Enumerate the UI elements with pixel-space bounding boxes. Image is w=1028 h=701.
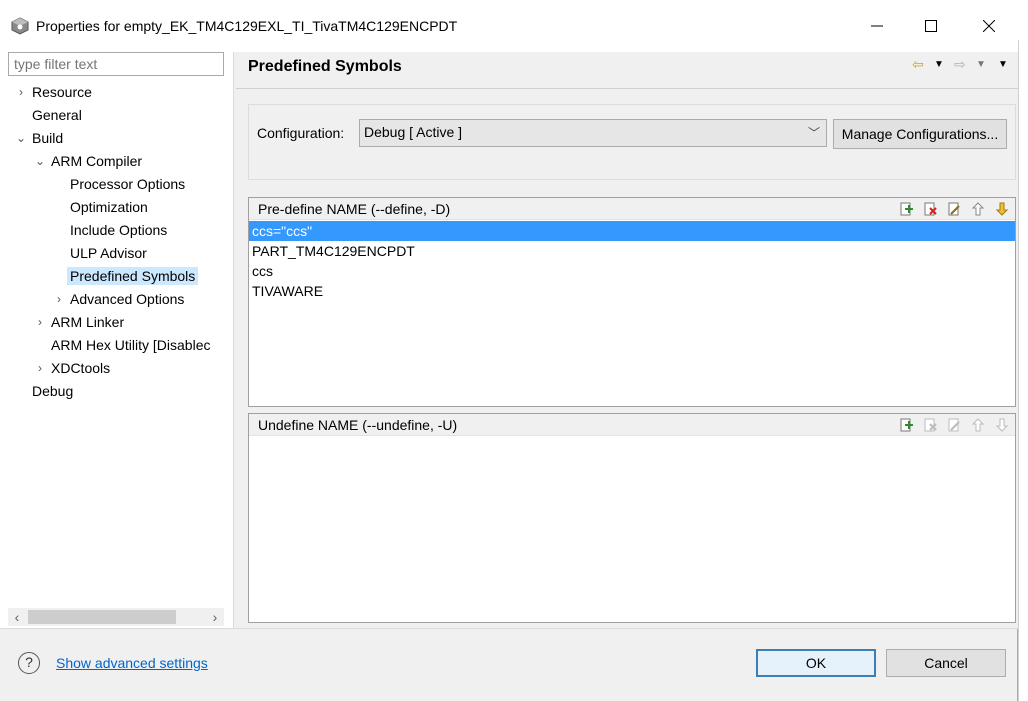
tree-item-label: Debug [32, 383, 74, 399]
minimize-icon [871, 25, 883, 27]
add-icon[interactable] [897, 201, 915, 217]
window-title: Properties for empty_EK_TM4C129EXL_TI_Ti… [36, 18, 458, 34]
scrollbar-thumb[interactable] [28, 610, 176, 624]
predefine-header-label: Pre-define NAME (--define, -D) [258, 201, 451, 217]
chevron-right-icon[interactable]: › [33, 311, 47, 333]
delete-icon[interactable] [921, 417, 939, 433]
page-navigation: ⇦ ▼ ⇨ ▼ ▼ [910, 56, 1018, 74]
chevron-right-icon[interactable]: › [52, 288, 66, 310]
tree-item-predefined-symbols[interactable]: Predefined Symbols [67, 265, 199, 287]
content-panel: Predefined Symbols ⇦ ▼ ⇨ ▼ ▼ Configurati… [236, 52, 1018, 628]
edit-icon[interactable] [945, 417, 963, 433]
tree-item-arm-hex-utility[interactable]: ARM Hex Utility [Disablec [51, 334, 225, 356]
tree-item-debug[interactable]: Debug [32, 380, 73, 402]
back-arrow-icon[interactable]: ⇦ [912, 56, 924, 73]
tree-item-advanced-options[interactable]: › Advanced Options [57, 288, 185, 310]
chevron-down-icon[interactable]: ⌄ [14, 127, 28, 149]
move-up-icon[interactable] [969, 201, 987, 217]
tree-item-label: ARM Hex Utility [Disablec [51, 337, 211, 353]
forward-arrow-icon[interactable]: ⇨ [954, 56, 966, 73]
chevron-down-icon: ﹀ [807, 126, 820, 140]
tree-item-label: Include Options [70, 222, 168, 238]
maximize-button[interactable] [908, 10, 954, 42]
manage-configurations-button[interactable]: Manage Configurations... [833, 119, 1007, 149]
add-icon[interactable] [897, 417, 915, 433]
app-icon [11, 17, 29, 35]
title-separator [236, 88, 1018, 89]
tree-item-label: Build [32, 130, 64, 146]
predefine-toolbar [897, 201, 1011, 217]
tree-item-label: XDCtools [51, 360, 111, 376]
tree-item-label: ARM Compiler [51, 153, 143, 169]
tree-item-ulp-advisor[interactable]: ULP Advisor [70, 242, 147, 264]
page-title: Predefined Symbols [248, 58, 402, 75]
move-down-icon[interactable] [993, 417, 1011, 433]
tree-item-label: General [32, 107, 82, 123]
view-menu-icon[interactable]: ▼ [998, 59, 1008, 70]
back-dropdown-icon[interactable]: ▼ [934, 59, 944, 70]
tree-item-label: Resource [32, 84, 92, 100]
close-icon [983, 20, 995, 32]
tree-item-label: Predefined Symbols [67, 267, 199, 285]
undefine-list-header: Undefine NAME (--undefine, -U) [249, 414, 1015, 436]
tree-item-build[interactable]: ⌄ Build [16, 127, 64, 149]
maximize-icon [925, 20, 937, 32]
filter-input[interactable] [8, 52, 224, 76]
tree-item-optimization[interactable]: Optimization [70, 196, 148, 218]
undefine-header-label: Undefine NAME (--undefine, -U) [258, 417, 458, 433]
move-down-icon[interactable] [993, 201, 1011, 217]
close-button[interactable] [966, 10, 1012, 42]
chevron-right-icon[interactable]: › [33, 357, 47, 379]
tree-item-label: Processor Options [70, 176, 186, 192]
tree-item-arm-linker[interactable]: › ARM Linker [38, 311, 125, 333]
background-editor-edge [1018, 40, 1028, 701]
list-item[interactable]: TIVAWARE [249, 281, 1015, 301]
tree-item-label: ARM Linker [51, 314, 125, 330]
tree-item-include-options[interactable]: Include Options [70, 219, 167, 241]
predefine-list-header: Pre-define NAME (--define, -D) [249, 198, 1015, 220]
configuration-label: Configuration: [257, 125, 345, 141]
tree-item-xdctools[interactable]: › XDCtools [38, 357, 111, 379]
configuration-value: Debug [ Active ] [364, 124, 463, 140]
chevron-right-icon[interactable]: › [14, 81, 28, 103]
move-up-icon[interactable] [969, 417, 987, 433]
delete-icon[interactable] [921, 201, 939, 217]
undefine-toolbar [897, 417, 1011, 433]
configuration-select[interactable]: Debug [ Active ] ﹀ [359, 119, 827, 147]
tree-item-general[interactable]: General [32, 104, 82, 126]
minimize-button[interactable] [854, 10, 900, 42]
list-item[interactable]: ccs [249, 261, 1015, 281]
ok-button[interactable]: OK [756, 649, 876, 677]
scroll-left-icon[interactable]: ‹ [8, 608, 26, 626]
cancel-button[interactable]: Cancel [886, 649, 1006, 677]
tree-item-resource[interactable]: › Resource [19, 81, 92, 103]
tree-item-arm-compiler[interactable]: ⌄ ARM Compiler [35, 150, 143, 172]
title-bar: Properties for empty_EK_TM4C129EXL_TI_Ti… [0, 0, 1018, 52]
properties-dialog: Properties for empty_EK_TM4C129EXL_TI_Ti… [0, 0, 1018, 701]
predefine-list: Pre-define NAME (--define, -D) ccs="ccs"… [248, 197, 1016, 407]
edit-icon[interactable] [945, 201, 963, 217]
horizontal-scrollbar[interactable]: ‹ › [8, 608, 224, 626]
configuration-group: Configuration: Debug [ Active ] ﹀ Manage… [248, 104, 1016, 180]
tree-item-label: Advanced Options [70, 291, 185, 307]
list-item[interactable]: ccs="ccs" [249, 221, 1015, 241]
scroll-right-icon[interactable]: › [206, 608, 224, 626]
chevron-down-icon[interactable]: ⌄ [33, 150, 47, 172]
list-item[interactable]: PART_TM4C129ENCPDT [249, 241, 1015, 261]
forward-dropdown-icon[interactable]: ▼ [976, 59, 986, 70]
show-advanced-settings-link[interactable]: Show advanced settings [56, 655, 208, 671]
tree-item-processor-options[interactable]: Processor Options [70, 173, 185, 195]
navigation-panel: › Resource General ⌄ Build ⌄ ARM Compile… [0, 52, 234, 628]
undefine-list: Undefine NAME (--undefine, -U) [248, 413, 1016, 623]
footer-separator [0, 628, 1018, 629]
predefine-rows: ccs="ccs" PART_TM4C129ENCPDT ccs TIVAWAR… [249, 221, 1015, 301]
tree-item-label: ULP Advisor [70, 245, 147, 261]
tree-item-label: Optimization [70, 199, 148, 215]
help-icon[interactable]: ? [18, 652, 40, 674]
